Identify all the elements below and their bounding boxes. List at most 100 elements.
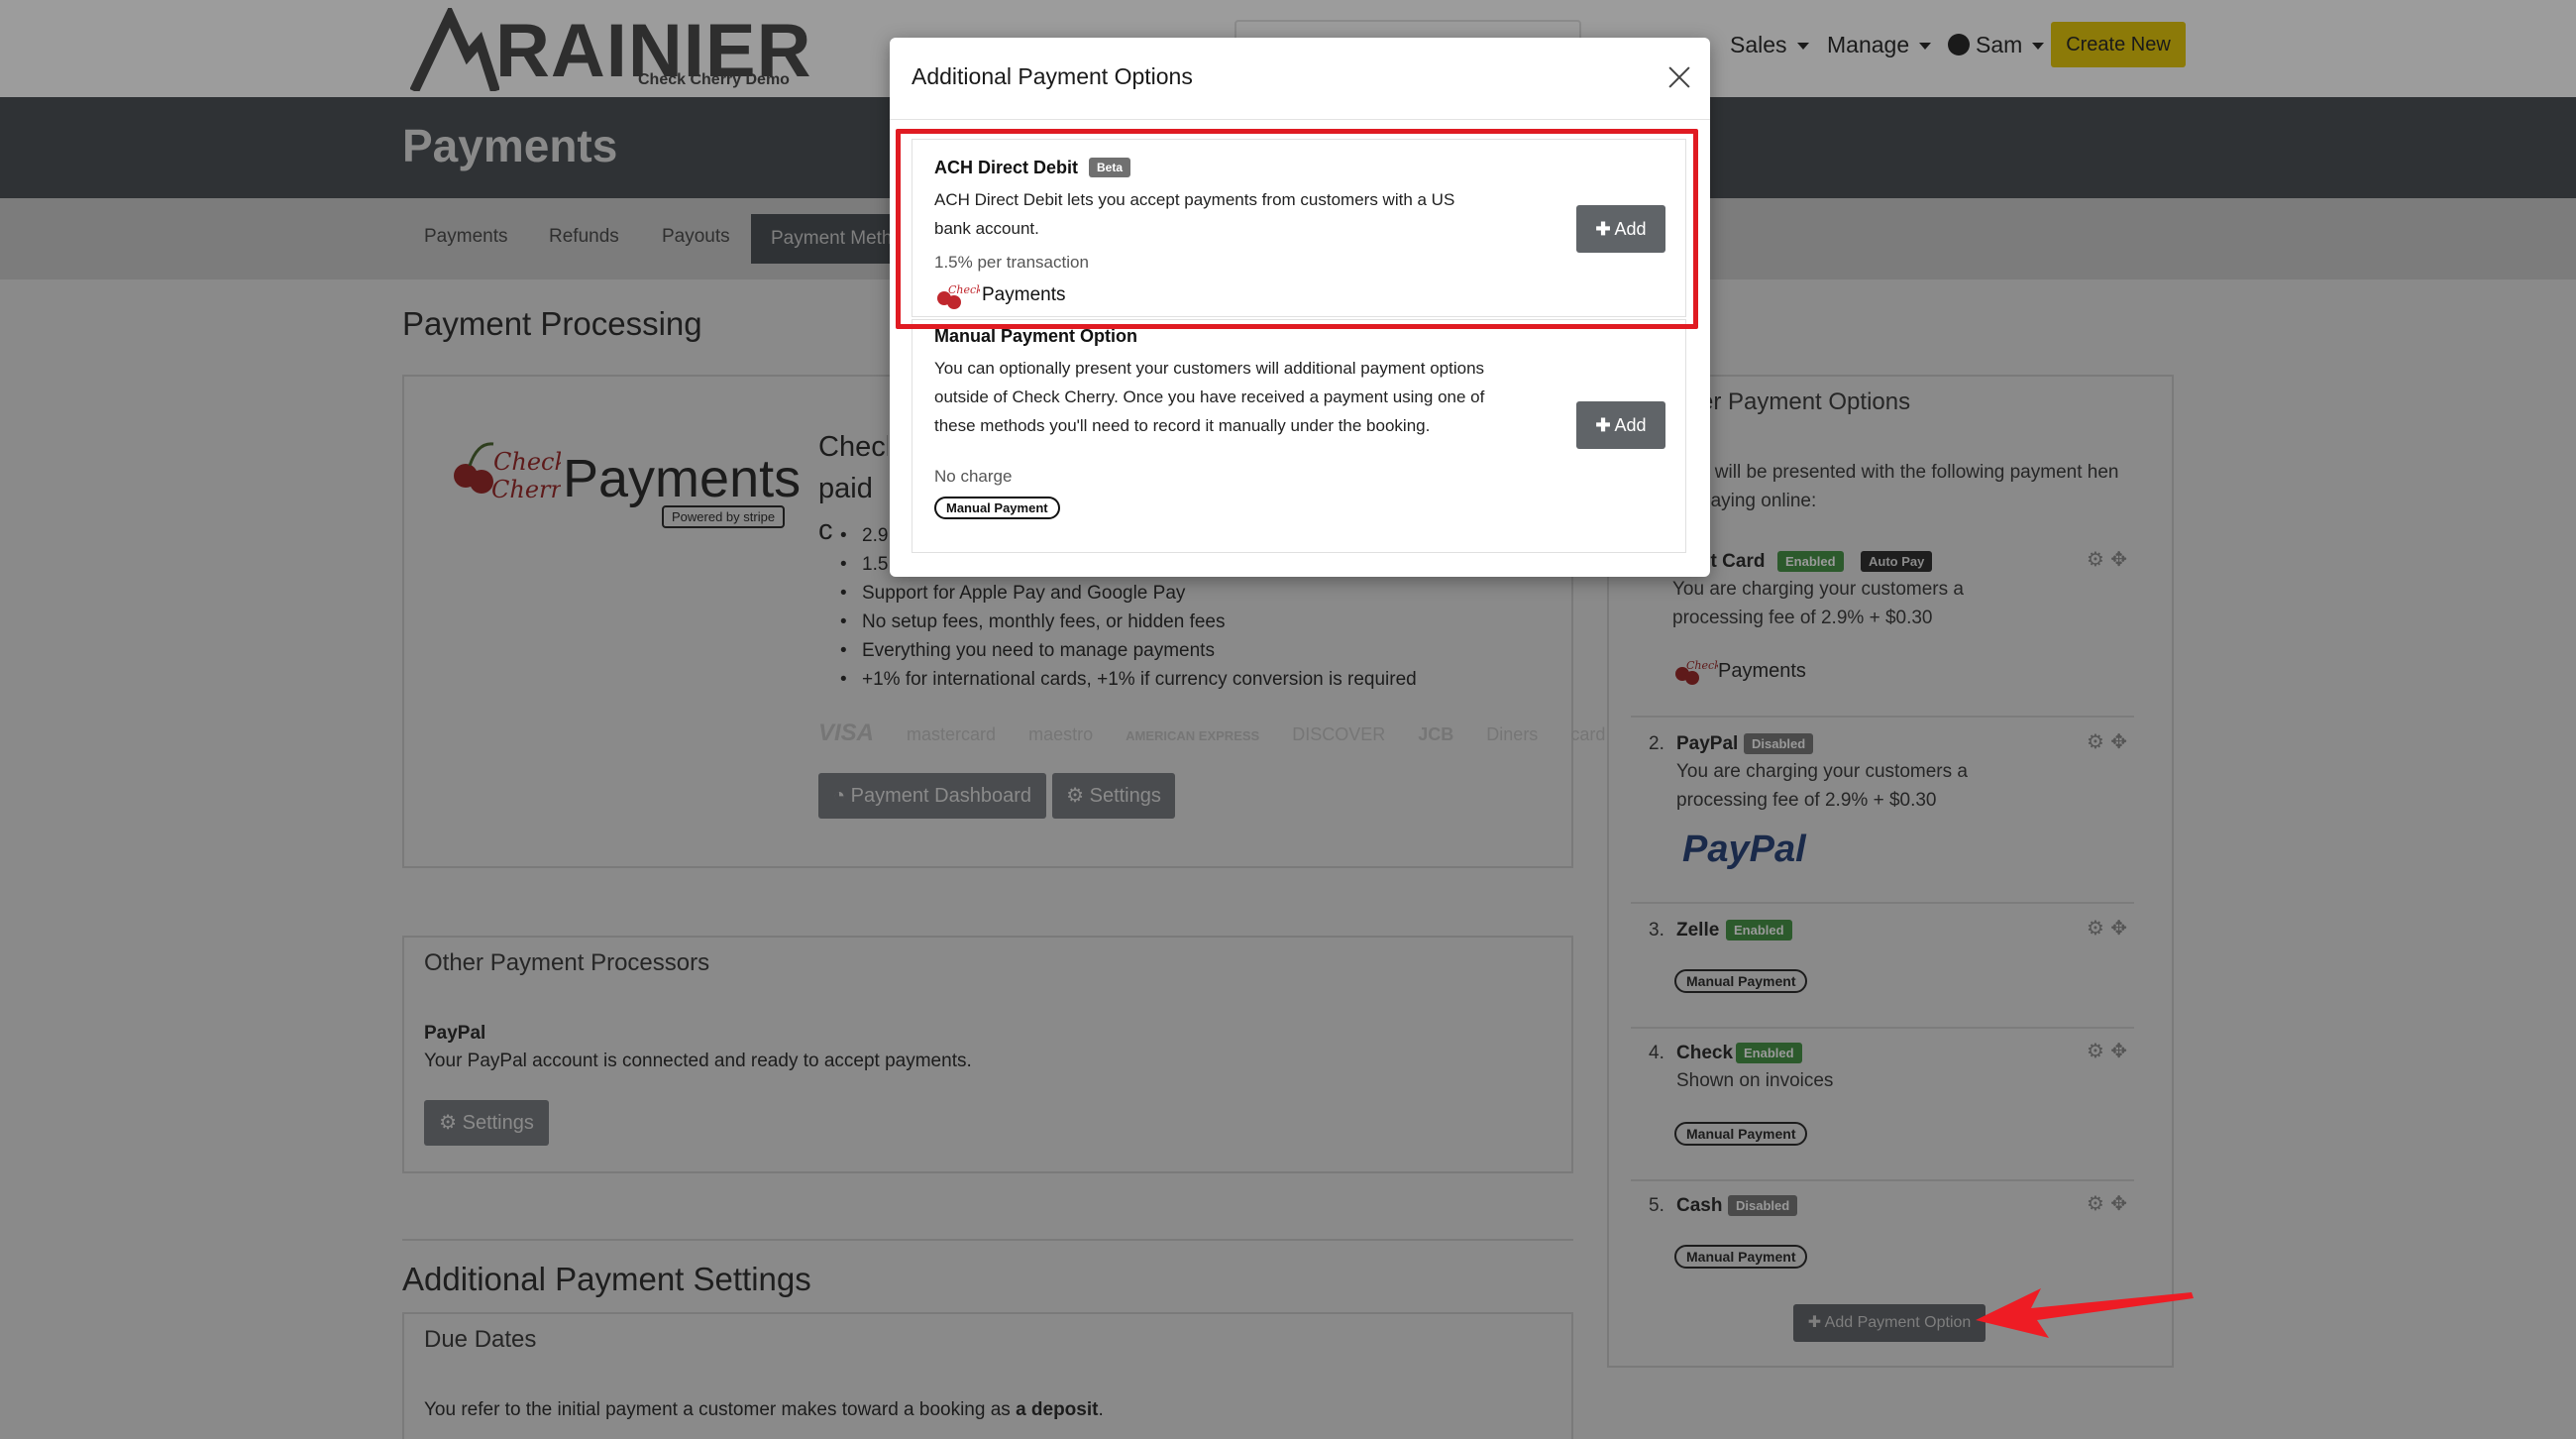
svg-text:Cherry: Cherry	[491, 476, 561, 503]
option-credit-card-brand: Payments	[1718, 660, 1806, 682]
nav-manage[interactable]: Manage	[1827, 32, 1932, 58]
powered-by-stripe-badge: Powered by stripe	[662, 505, 786, 528]
deposit-term: a deposit	[1016, 1399, 1099, 1420]
option-paypal-desc: You are charging your customers a proces…	[1676, 761, 1968, 811]
paypal-logo: PayPal	[1682, 829, 1806, 870]
generic-card-icon: card	[1570, 724, 1606, 744]
check-cherry-logo-icon: Check Cherry	[454, 442, 561, 503]
paypal-settings-button[interactable]: ⚙ Settings	[424, 1100, 549, 1146]
manual-payment-tag: Manual Payment	[1674, 1245, 1808, 1269]
option-number: 3.	[1649, 920, 1664, 941]
auto-pay-badge: Auto Pay	[1861, 551, 1933, 572]
discover-icon: DISCOVER	[1292, 724, 1386, 744]
add-payment-option-button[interactable]: ✚ Add Payment Option	[1793, 1304, 1986, 1342]
chevron-down-icon	[1919, 43, 1932, 51]
option-tools[interactable]: ⚙ ✥	[2087, 1191, 2127, 1215]
add-manual-button[interactable]: ✚ Add	[1576, 401, 1665, 449]
create-new-button[interactable]: Create New	[2051, 22, 2186, 67]
status-badge: Disabled	[1728, 1195, 1798, 1216]
divider	[1631, 1179, 2134, 1181]
option-credit-card-desc: You are charging your customers a proces…	[1672, 579, 1964, 628]
tab-refunds[interactable]: Refunds	[549, 226, 619, 248]
plus-icon: ✚	[1807, 1314, 1825, 1331]
manual-payment-tag: Manual Payment	[1674, 969, 1808, 993]
payment-processing-heading: Payment Processing	[402, 305, 702, 342]
manual-option-name: Manual Payment Option	[934, 326, 1138, 346]
close-icon[interactable]	[1664, 63, 1694, 93]
option-number: 4.	[1649, 1043, 1664, 1063]
manual-option-fee: No charge	[934, 467, 1013, 486]
svg-text:Check: Check	[493, 448, 561, 476]
gear-icon[interactable]: ⚙	[2087, 729, 2104, 753]
payment-dashboard-button[interactable]: ◔ Payment Dashboard	[818, 773, 1046, 819]
paypal-processor-name: PayPal	[424, 1023, 486, 1044]
add-label: Add	[1614, 415, 1647, 435]
dashboard-icon: ◔	[833, 785, 851, 807]
manual-payment-tag: Manual Payment	[934, 497, 1060, 519]
chevron-down-icon	[2032, 43, 2045, 51]
processing-settings-button[interactable]: ⚙ Settings	[1052, 773, 1175, 819]
gear-icon[interactable]: ⚙	[2087, 1191, 2104, 1215]
jcb-icon: JCB	[1418, 724, 1454, 744]
move-icon[interactable]: ✥	[2110, 729, 2127, 753]
status-badge: Enabled	[1777, 551, 1844, 572]
add-payment-option-label: Add Payment Option	[1824, 1314, 1972, 1331]
option-tools[interactable]: ⚙ ✥	[2087, 547, 2127, 571]
settings-label: Settings	[462, 1112, 534, 1134]
page-title: Payments	[402, 120, 618, 171]
tab-payouts[interactable]: Payouts	[662, 226, 730, 248]
option-paypal-name: PayPal	[1676, 733, 1739, 754]
headline-line-1: Check	[818, 431, 888, 463]
status-badge: Disabled	[1744, 733, 1814, 754]
list-item: Everything you need to manage payments	[838, 640, 1417, 669]
option-tools[interactable]: ⚙ ✥	[2087, 916, 2127, 940]
settings-label: Settings	[1089, 785, 1161, 807]
rainier-logo[interactable]: RAINIER Check Cherry Demo	[410, 6, 810, 93]
move-icon[interactable]: ✥	[2110, 916, 2127, 940]
maestro-icon: maestro	[1028, 724, 1094, 744]
gear-icon: ⚙	[1066, 785, 1090, 807]
logo-subtitle: Check Cherry Demo	[638, 71, 790, 88]
due-dates-text: You refer to the initial payment a custo…	[424, 1399, 1104, 1421]
due-dates-prefix: You refer to the initial payment a custo…	[424, 1399, 1017, 1420]
nav-sales[interactable]: Sales	[1730, 32, 1809, 58]
card-brands-row: VISA mastercard maestro AMERICAN EXPRESS…	[818, 720, 1633, 747]
option-number: 2.	[1649, 733, 1664, 754]
other-processors-heading: Other Payment Processors	[424, 949, 710, 976]
amex-icon: AMERICAN EXPRESS	[1126, 728, 1260, 743]
plus-icon: ✚	[1595, 415, 1611, 435]
divider	[402, 1239, 1573, 1241]
divider	[890, 119, 1710, 120]
nav-user[interactable]: Sam	[1948, 32, 2045, 58]
tab-payment-methods[interactable]: Payment Meth	[751, 214, 900, 264]
option-tools[interactable]: ⚙ ✥	[2087, 1039, 2127, 1062]
option-number: 5.	[1649, 1195, 1664, 1216]
tab-payments[interactable]: Payments	[424, 226, 507, 248]
gear-icon[interactable]: ⚙	[2087, 916, 2104, 940]
divider	[1631, 1027, 2134, 1029]
payments-logo-text: Payments	[563, 449, 802, 508]
arrow-annotation-icon	[1976, 1288, 2194, 1338]
move-icon[interactable]: ✥	[2110, 1191, 2127, 1215]
paypal-processor-status: Your PayPal account is connected and rea…	[424, 1051, 972, 1071]
gear-icon[interactable]: ⚙	[2087, 1039, 2104, 1062]
option-check-name: Check	[1676, 1043, 1734, 1063]
mountain-icon	[410, 8, 499, 91]
due-dates-suffix: .	[1098, 1399, 1104, 1420]
option-cash-name: Cash	[1676, 1195, 1723, 1216]
manual-option-card: Manual Payment Option You can optionally…	[912, 319, 1686, 553]
status-badge: Enabled	[1736, 1043, 1802, 1063]
gear-icon[interactable]: ⚙	[2087, 547, 2104, 571]
due-dates-title: Due Dates	[424, 1326, 537, 1353]
divider	[1631, 716, 2134, 718]
move-icon[interactable]: ✥	[2110, 547, 2127, 571]
payment-dashboard-label: Payment Dashboard	[850, 785, 1031, 807]
divider	[1631, 902, 2134, 904]
move-icon[interactable]: ✥	[2110, 1039, 2127, 1062]
visa-icon: VISA	[818, 720, 875, 746]
diners-icon: Diners	[1486, 724, 1539, 744]
nav-user-label: Sam	[1976, 32, 2023, 57]
option-tools[interactable]: ⚙ ✥	[2087, 729, 2127, 753]
option-check-desc: Shown on invoices	[1676, 1070, 1834, 1091]
gear-icon: ⚙	[439, 1112, 463, 1134]
